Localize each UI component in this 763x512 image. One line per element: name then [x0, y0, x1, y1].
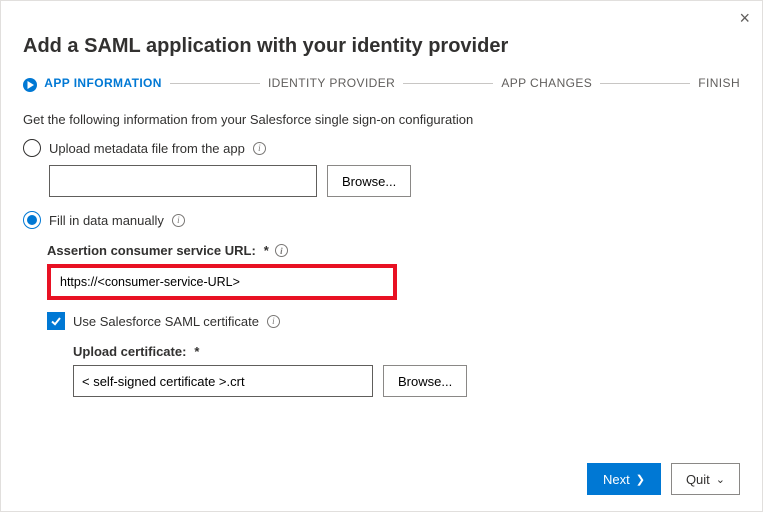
saml-cert-row[interactable]: Use Salesforce SAML certificate i — [47, 312, 740, 330]
label-text: Upload certificate: — [73, 344, 186, 359]
button-label: Next — [603, 472, 630, 487]
step-separator — [600, 83, 690, 84]
option-label: Upload metadata file from the app — [49, 141, 245, 156]
radio-manual[interactable] — [23, 211, 41, 229]
option-upload-metadata[interactable]: Upload metadata file from the app i — [23, 139, 740, 157]
metadata-file-input[interactable] — [49, 165, 317, 197]
intro-text: Get the following information from your … — [23, 112, 740, 127]
certificate-file-input[interactable] — [73, 365, 373, 397]
manual-fields: Assertion consumer service URL: * i Use … — [47, 243, 740, 397]
browse-certificate-button[interactable]: Browse... — [383, 365, 467, 397]
option-label: Fill in data manually — [49, 213, 164, 228]
close-icon[interactable]: × — [739, 9, 750, 27]
page-title: Add a SAML application with your identit… — [23, 35, 740, 58]
required-asterisk: * — [264, 243, 269, 258]
step-label: APP INFORMATION — [44, 76, 162, 90]
radio-upload[interactable] — [23, 139, 41, 157]
dialog-footer: Next ❯ Quit ⌄ — [587, 463, 740, 495]
upload-file-row: Browse... — [49, 165, 740, 197]
info-icon[interactable]: i — [253, 142, 266, 155]
chevron-right-icon: ❯ — [636, 473, 645, 486]
saml-cert-checkbox[interactable] — [47, 312, 65, 330]
info-icon[interactable]: i — [172, 214, 185, 227]
step-finish[interactable]: FINISH — [698, 76, 740, 90]
step-separator — [170, 83, 260, 84]
dialog: × Add a SAML application with your ident… — [0, 0, 763, 512]
info-icon[interactable]: i — [267, 315, 280, 328]
play-circle-icon — [23, 78, 37, 92]
close-glyph: × — [739, 8, 750, 28]
wizard-stepper: APP INFORMATION IDENTITY PROVIDER APP CH… — [23, 76, 740, 90]
acs-url-label: Assertion consumer service URL: * i — [47, 243, 740, 258]
step-app-information[interactable]: APP INFORMATION — [23, 76, 162, 90]
info-icon[interactable]: i — [275, 244, 288, 257]
label-text: Assertion consumer service URL: — [47, 243, 256, 258]
browse-metadata-button[interactable]: Browse... — [327, 165, 411, 197]
next-button[interactable]: Next ❯ — [587, 463, 661, 495]
chevron-down-icon: ⌄ — [716, 473, 725, 486]
upload-cert-block: Upload certificate: * Browse... — [73, 344, 740, 397]
acs-url-input[interactable] — [52, 269, 392, 295]
option-manual[interactable]: Fill in data manually i — [23, 211, 740, 229]
checkbox-label: Use Salesforce SAML certificate — [73, 314, 259, 329]
step-app-changes[interactable]: APP CHANGES — [501, 76, 592, 90]
quit-button[interactable]: Quit ⌄ — [671, 463, 740, 495]
acs-highlight-box — [47, 264, 397, 300]
step-separator — [403, 83, 493, 84]
required-asterisk: * — [194, 344, 199, 359]
button-label: Quit — [686, 472, 710, 487]
upload-cert-row: Browse... — [73, 365, 740, 397]
upload-cert-label: Upload certificate: * — [73, 344, 740, 359]
step-identity-provider[interactable]: IDENTITY PROVIDER — [268, 76, 395, 90]
